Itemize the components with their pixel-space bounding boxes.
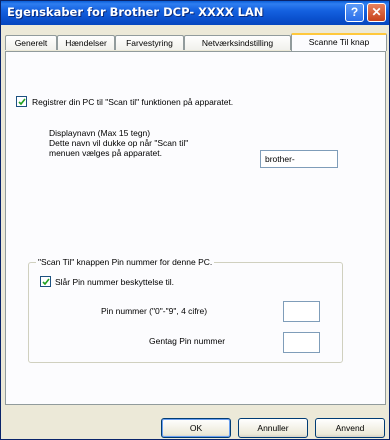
pin-number-label: Pin nummer ("0"-"9", 4 cifre) xyxy=(101,306,208,316)
display-name-heading: Displaynavn (Max 15 tegn) xyxy=(49,128,151,138)
properties-dialog: Egenskaber for Brother DCP- XXXX LAN ? ✕… xyxy=(0,0,390,440)
repeat-pin-label: Gentag Pin nummer xyxy=(149,336,226,346)
cancel-button[interactable]: Annuller xyxy=(238,418,308,438)
register-label[interactable]: Registrer din PC til "Scan til" funktion… xyxy=(32,97,233,107)
repeat-pin-input[interactable] xyxy=(283,332,320,353)
pin-enable-label[interactable]: Slår Pin nummer beskyttelse til. xyxy=(55,277,174,287)
help-button[interactable]: ? xyxy=(345,3,364,22)
display-name-description: Dette navn vil dukke op når "Scan til" xyxy=(49,138,189,148)
ok-button[interactable]: OK xyxy=(161,418,231,438)
register-checkbox[interactable] xyxy=(16,96,27,107)
tab-generelt[interactable]: Generelt xyxy=(5,35,57,50)
display-name-input[interactable]: brother- xyxy=(260,150,338,168)
tab-farvestyring[interactable]: Farvestyring xyxy=(115,35,184,50)
tab-scanne-til-knap[interactable]: Scanne Til knap xyxy=(291,33,387,51)
checkmark-icon xyxy=(18,98,26,106)
pin-group-title: "Scan Til" knappen Pin nummer for denne … xyxy=(36,257,215,267)
tab-haendelser[interactable]: Hændelser xyxy=(57,35,115,50)
close-button[interactable]: ✕ xyxy=(367,3,386,22)
window-title: Egenskaber for Brother DCP- XXXX LAN xyxy=(7,5,264,19)
tab-netvaerksindstilling[interactable]: Netværksindstilling xyxy=(184,35,291,50)
checkmark-icon xyxy=(42,278,50,286)
title-bar[interactable]: Egenskaber for Brother DCP- XXXX LAN ? ✕ xyxy=(1,1,389,25)
pin-enable-checkbox[interactable] xyxy=(40,276,51,287)
pin-number-input[interactable] xyxy=(283,301,320,322)
apply-button[interactable]: Anvend xyxy=(315,418,385,438)
tab-strip: Generelt Hændelser Farvestyring Netværks… xyxy=(5,33,387,51)
display-name-description-2: menuen vælges på apparatet. xyxy=(49,148,162,158)
